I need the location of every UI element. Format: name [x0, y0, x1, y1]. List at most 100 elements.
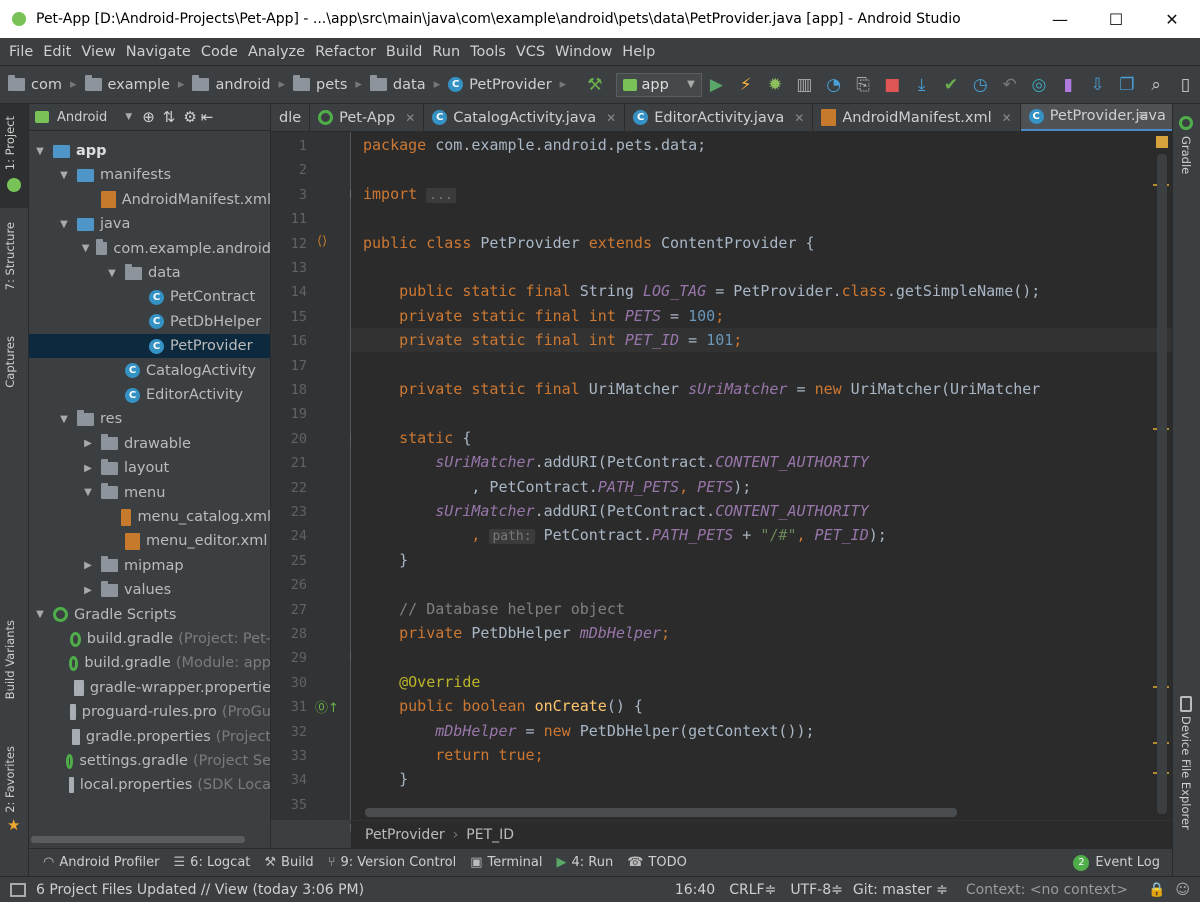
- stop-icon[interactable]: ■: [878, 70, 907, 100]
- avd-manager-icon[interactable]: ▮: [1054, 70, 1083, 100]
- tool-window-4-run[interactable]: ▶ 4: Run: [556, 855, 613, 870]
- collapse-all-icon[interactable]: ⇅: [163, 108, 176, 126]
- tool-window-9-version-control[interactable]: ⑂ 9: Version Control: [328, 855, 457, 870]
- tree-item[interactable]: ▼ res: [29, 407, 270, 431]
- close-tab-icon[interactable]: ✕: [405, 111, 415, 125]
- nav-crumb-pets[interactable]: pets ▸: [293, 75, 362, 93]
- menu-build[interactable]: Build: [381, 44, 427, 60]
- inspector-icon[interactable]: ☺: [1175, 882, 1190, 898]
- tree-item[interactable]: ▶ values: [29, 578, 270, 602]
- debug-icon[interactable]: ✹: [760, 70, 789, 100]
- minimize-button[interactable]: —: [1032, 0, 1088, 38]
- nav-crumb-com[interactable]: com ▸: [8, 75, 77, 93]
- menu-file[interactable]: File: [4, 44, 38, 60]
- tab-petprovider-java[interactable]: CPetProvider.java✕: [1020, 104, 1172, 131]
- close-tab-icon[interactable]: ✕: [606, 111, 616, 125]
- tree-item[interactable]: ▶ layout: [29, 456, 270, 480]
- menu-view[interactable]: View: [76, 44, 120, 60]
- expanded-arrow-icon[interactable]: ▼: [57, 170, 71, 181]
- device-icon[interactable]: ▯: [1171, 70, 1200, 100]
- close-tab-icon[interactable]: ✕: [1002, 111, 1012, 125]
- tab-catalogactivity-java[interactable]: C CatalogActivity.java ✕: [424, 104, 626, 131]
- tree-item[interactable]: ▶ drawable: [29, 432, 270, 456]
- tree-item[interactable]: ▼ data: [29, 261, 270, 285]
- profile-icon[interactable]: ▥: [790, 70, 819, 100]
- collapsed-arrow-icon[interactable]: ▶: [81, 585, 95, 596]
- project-view-select[interactable]: Android: [57, 110, 107, 125]
- tree-item[interactable]: gradle.properties (Project: [29, 725, 270, 749]
- menu-refactor[interactable]: Refactor: [310, 44, 381, 60]
- vcs-history-icon[interactable]: ◷: [966, 70, 995, 100]
- tree-item[interactable]: AndroidManifest.xml: [29, 188, 270, 212]
- menu-window[interactable]: Window: [550, 44, 617, 60]
- tool-tab-build-variants[interactable]: Build Variants: [3, 620, 17, 699]
- tree-item[interactable]: ▼ menu: [29, 481, 270, 505]
- tool-tab-device-file-explorer[interactable]: Device File Explorer: [1179, 716, 1193, 830]
- menu-help[interactable]: Help: [617, 44, 660, 60]
- tree-item[interactable]: ▼ com.example.android: [29, 237, 270, 261]
- tool-tab-captures[interactable]: Captures: [3, 336, 17, 388]
- code-editor[interactable]: package com.example.android.pets.data; im…: [351, 132, 1172, 820]
- horizontal-scrollbar-track[interactable]: [29, 834, 270, 844]
- nav-crumb-android[interactable]: android ▸: [192, 75, 285, 93]
- menu-edit[interactable]: Edit: [38, 44, 76, 60]
- caret-position[interactable]: 16:40: [675, 882, 715, 898]
- close-tab-icon[interactable]: ✕: [794, 111, 804, 125]
- search-icon[interactable]: ⌕: [1141, 70, 1170, 100]
- event-log-button[interactable]: 2 Event Log: [1073, 854, 1160, 871]
- vcs-update-icon[interactable]: ⤓: [907, 70, 936, 100]
- tab-androidmanifest-xml[interactable]: AndroidManifest.xml ✕: [813, 104, 1021, 131]
- tool-tab-favorites[interactable]: 2: Favorites: [3, 746, 17, 813]
- tree-item[interactable]: C PetDbHelper: [29, 310, 270, 334]
- nav-crumb-file[interactable]: C PetProvider ▸: [448, 77, 566, 93]
- run-icon[interactable]: ▶: [702, 70, 731, 100]
- tree-item[interactable]: menu_editor.xml: [29, 529, 270, 553]
- expanded-arrow-icon[interactable]: ▼: [81, 487, 95, 498]
- collapsed-arrow-icon[interactable]: ▶: [81, 560, 95, 571]
- attach-debugger-icon[interactable]: ⎘: [848, 70, 877, 100]
- menu-tools[interactable]: Tools: [465, 44, 511, 60]
- collapsed-arrow-icon[interactable]: ▶: [81, 438, 95, 449]
- tab-pet-app[interactable]: Pet-App ✕: [310, 104, 425, 131]
- tree-item[interactable]: proguard-rules.pro (ProGu: [29, 700, 270, 724]
- vertical-scrollbar-thumb[interactable]: [1157, 154, 1167, 814]
- hide-panel-icon[interactable]: ⇤: [201, 108, 214, 126]
- menu-vcs[interactable]: VCS: [511, 44, 550, 60]
- tree-item[interactable]: C CatalogActivity: [29, 359, 270, 383]
- gear-icon[interactable]: ⚙: [183, 108, 196, 126]
- sync-gradle-icon[interactable]: ◎: [1024, 70, 1053, 100]
- tree-item[interactable]: ▶ mipmap: [29, 554, 270, 578]
- menu-navigate[interactable]: Navigate: [121, 44, 196, 60]
- tree-item[interactable]: gradle-wrapper.propertie: [29, 676, 270, 700]
- nav-crumb-example[interactable]: example ▸: [84, 75, 184, 93]
- tab-overflow-icon[interactable]: ≡: [1138, 108, 1149, 123]
- line-separator[interactable]: CRLF≑: [729, 882, 776, 898]
- tool-tab-gradle[interactable]: Gradle: [1179, 136, 1193, 174]
- lock-icon[interactable]: 🔒: [1148, 882, 1165, 898]
- tree-item[interactable]: C EditorActivity: [29, 383, 270, 407]
- tree-item[interactable]: local.properties (SDK Loca: [29, 773, 270, 797]
- expanded-arrow-icon[interactable]: ▼: [57, 414, 71, 425]
- apply-changes-icon[interactable]: ⚡: [731, 70, 760, 100]
- make-project-hammer-icon[interactable]: ⚒: [580, 70, 609, 100]
- status-panel-icon[interactable]: [10, 882, 26, 897]
- breadcrumb-field[interactable]: PET_ID: [466, 827, 514, 843]
- close-window-button[interactable]: ✕: [1144, 0, 1200, 38]
- horizontal-scrollbar-thumb[interactable]: [31, 836, 245, 843]
- expanded-arrow-icon[interactable]: ▼: [33, 146, 47, 157]
- git-branch[interactable]: Git: master ≑: [853, 882, 948, 898]
- tree-item[interactable]: build.gradle (Module: app: [29, 651, 270, 675]
- tree-item[interactable]: ▼ manifests: [29, 163, 270, 187]
- editor-horizontal-scrollbar[interactable]: [365, 808, 957, 817]
- tree-item[interactable]: ▼ java: [29, 212, 270, 236]
- sdk-manager-icon[interactable]: ⇩: [1083, 70, 1112, 100]
- tab-editoractivity-java[interactable]: C EditorActivity.java ✕: [625, 104, 814, 131]
- expanded-arrow-icon[interactable]: ▼: [105, 268, 119, 279]
- run-configuration-select[interactable]: app ▼: [615, 72, 702, 97]
- tree-item[interactable]: C PetContract: [29, 285, 270, 309]
- tree-item[interactable]: menu_catalog.xml: [29, 505, 270, 529]
- tool-window-6-logcat[interactable]: ☰ 6: Logcat: [174, 855, 251, 870]
- expanded-arrow-icon[interactable]: ▼: [57, 219, 71, 230]
- expanded-arrow-icon[interactable]: ▼: [33, 609, 47, 620]
- breadcrumb-class[interactable]: PetProvider: [365, 827, 445, 843]
